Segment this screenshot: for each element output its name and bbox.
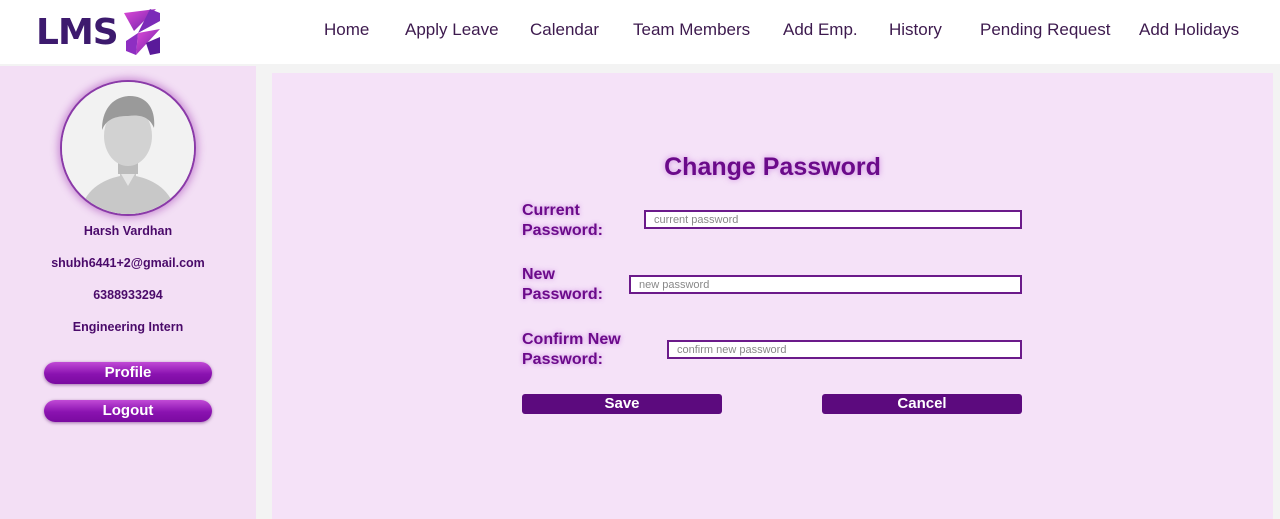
nav-add-holidays[interactable]: Add Holidays [1139,20,1239,40]
top-header: LMS Home Apply Leave Calendar Team Membe… [0,0,1280,64]
confirm-password-field[interactable] [667,340,1022,359]
confirm-password-label-line1: Confirm New [522,331,621,348]
current-password-field[interactable] [644,210,1022,229]
avatar [60,80,196,216]
new-password-label: New Password: [522,265,603,305]
logout-button[interactable]: Logout [44,400,212,422]
page-title: Change Password [664,153,881,181]
new-password-field[interactable] [629,275,1022,294]
logo-text: LMS [36,11,119,53]
profile-button[interactable]: Profile [44,362,212,384]
user-email: shubh6441+2@gmail.com [51,256,205,270]
user-phone: 6388933294 [93,288,163,302]
nav-apply-leave[interactable]: Apply Leave [405,20,499,40]
current-password-label: Current Password: [522,201,603,241]
nav-add-emp[interactable]: Add Emp. [783,20,858,40]
change-password-panel: Change Password Current Password: New Pa… [272,73,1273,519]
lms-logo[interactable]: LMS [36,6,162,58]
nav-pending-request[interactable]: Pending Request [980,20,1110,40]
nav-calendar[interactable]: Calendar [530,20,599,40]
user-silhouette-icon [62,82,194,214]
save-button[interactable]: Save [522,394,722,414]
confirm-password-label-line2: Password: [522,351,603,368]
profile-sidebar: Harsh Vardhan shubh6441+2@gmail.com 6388… [0,66,256,519]
current-password-label-line2: Password: [522,222,603,239]
nav-history[interactable]: History [889,20,942,40]
current-password-label-line1: Current [522,202,580,219]
logo-mark-icon [123,9,160,55]
new-password-label-line1: New [522,266,555,283]
user-name: Harsh Vardhan [83,224,173,238]
cancel-button[interactable]: Cancel [822,394,1022,414]
new-password-label-line2: Password: [522,286,603,303]
nav-team-members[interactable]: Team Members [633,20,750,40]
confirm-password-label: Confirm New Password: [522,330,621,370]
nav-home[interactable]: Home [324,20,369,40]
user-role: Engineering Intern [72,320,184,334]
